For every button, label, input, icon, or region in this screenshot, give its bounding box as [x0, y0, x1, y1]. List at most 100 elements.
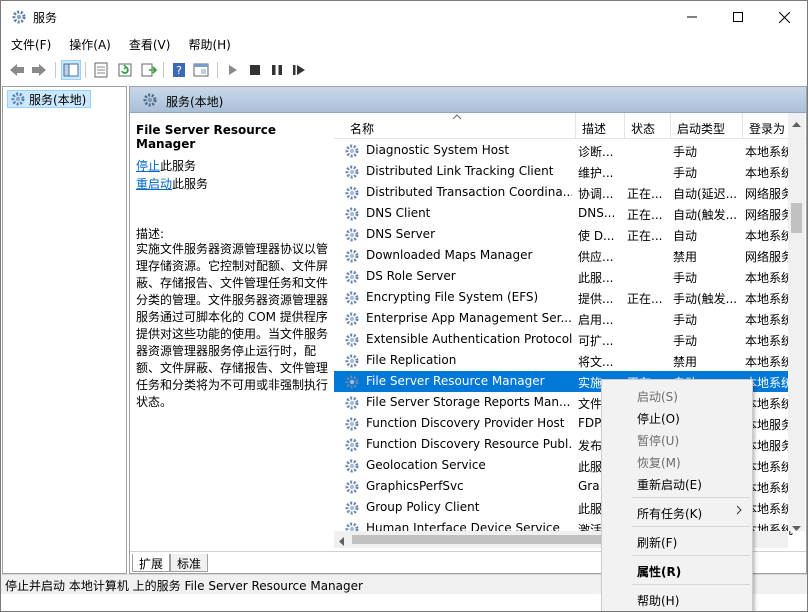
pause-service-icon[interactable] — [267, 60, 287, 80]
service-name-cell: Downloaded Maps Manager — [366, 248, 533, 262]
refresh-icon[interactable] — [115, 60, 135, 80]
menu-help[interactable]: 帮助(H) — [178, 33, 238, 55]
menu-item-start[interactable]: 启动(S) — [604, 384, 750, 406]
tab-extended[interactable]: 扩展 — [132, 554, 171, 572]
menu-file[interactable]: 文件(F) — [1, 33, 59, 55]
horizontal-scroll-thumb[interactable] — [352, 535, 602, 544]
forward-arrow-icon[interactable] — [29, 60, 49, 80]
service-startup-cell: 自动(触发... — [673, 208, 738, 222]
service-logon-cell: 网络服务 — [745, 250, 793, 264]
context-menu: 启动(S) 停止(O) 暂停(U) 恢复(M) 重新启动(E) 所有任务(K) … — [601, 379, 753, 611]
column-header-startup-type[interactable]: 启动类型 — [671, 113, 743, 139]
service-desc-cell: 可扩... — [578, 334, 614, 348]
service-gear-icon — [344, 185, 360, 201]
menu-item-stop[interactable]: 停止(O) — [604, 406, 750, 428]
help-icon[interactable]: ? — [169, 60, 189, 80]
scroll-up-arrow-icon[interactable] — [792, 117, 801, 131]
show-hide-tree-icon[interactable] — [61, 60, 81, 80]
column-header-status[interactable]: 状态 — [625, 113, 671, 139]
service-row[interactable]: Distributed Link Tracking Client 维护... 手动 本… — [334, 161, 794, 182]
service-name-cell: DNS Client — [366, 206, 431, 220]
scroll-left-arrow-icon[interactable] — [339, 535, 345, 549]
menu-separator — [632, 526, 750, 527]
service-logon-cell: 本地系统 — [745, 292, 793, 306]
menu-action[interactable]: 操作(A) — [59, 33, 119, 55]
menu-item-restart[interactable]: 重新启动(E) — [604, 472, 750, 494]
service-name-cell: Geolocation Service — [366, 458, 486, 472]
restart-service-icon[interactable] — [289, 60, 309, 80]
service-desc-cell: DNS... — [578, 206, 616, 220]
service-desc-cell: 将文... — [578, 355, 614, 369]
scroll-down-arrow-icon[interactable] — [792, 521, 801, 535]
stop-service-link[interactable]: 停止 — [136, 159, 160, 173]
column-header-description[interactable]: 描述 — [576, 113, 625, 139]
menu-item-pause[interactable]: 暂停(U) — [604, 428, 750, 450]
service-gear-icon — [344, 458, 360, 474]
service-row[interactable]: Enterprise App Management Ser... 启用... 手动 本… — [334, 308, 794, 329]
service-row[interactable]: Encrypting File System (EFS) 提供... 正在... 手动… — [334, 287, 794, 308]
vertical-scroll-thumb[interactable] — [791, 203, 802, 233]
service-gear-icon — [344, 311, 360, 327]
start-service-icon[interactable] — [223, 60, 243, 80]
properties-sheet-icon[interactable] — [91, 60, 111, 80]
maximize-button[interactable] — [715, 1, 761, 33]
list-header: 名称 描述 状态 启动类型 登录为 — [334, 113, 806, 139]
console-tree: 服务(本地) — [2, 86, 127, 574]
menu-item-all-tasks[interactable]: 所有任务(K) — [604, 501, 750, 523]
service-name-cell: File Replication — [366, 353, 457, 367]
menu-bar: 文件(F) 操作(A) 查看(V) 帮助(H) — [1, 33, 807, 55]
restart-service-link[interactable]: 重启动 — [136, 177, 172, 191]
column-header-name-label: 名称 — [350, 122, 375, 136]
toolbar-divider — [55, 62, 56, 78]
results-pane-title: 服务(本地) — [166, 95, 224, 109]
service-startup-cell: 手动 — [673, 334, 698, 348]
service-logon-cell: 本地系统 — [745, 355, 793, 369]
menu-item-refresh[interactable]: 刷新(F) — [604, 530, 750, 552]
service-startup-cell: 自动 — [673, 229, 698, 243]
menu-view[interactable]: 查看(V) — [119, 33, 179, 55]
service-gear-icon — [344, 437, 360, 453]
tree-item-label: 服务(本地) — [29, 92, 87, 107]
restart-service-suffix: 此服务 — [172, 177, 209, 191]
restart-service-line: 重启动此服务 — [136, 175, 208, 192]
close-button[interactable] — [761, 1, 807, 33]
column-header-name[interactable]: 名称 — [344, 113, 576, 139]
tab-standard[interactable]: 标准 — [170, 554, 209, 572]
service-description: 实施文件服务器资源管理器协议以管理存储资源。它控制对配额、文件屏蔽、存储报告、文… — [136, 242, 329, 409]
back-arrow-icon[interactable] — [7, 60, 27, 80]
service-row[interactable]: DNS Client DNS... 正在... 自动(触发... 网络服务 — [334, 203, 794, 224]
service-startup-cell: 手动 — [673, 166, 698, 180]
menu-item-properties[interactable]: 属性(R) — [604, 559, 750, 581]
menu-separator — [632, 497, 750, 498]
menu-item-all-tasks-label: 所有任务(K) — [637, 507, 703, 521]
toolbar-divider — [85, 62, 86, 78]
service-row[interactable]: Distributed Transaction Coordina... 协调...… — [334, 182, 794, 203]
service-row[interactable]: DS Role Server 此服... 手动 本地系统 — [334, 266, 794, 287]
toolbar-divider — [217, 62, 218, 78]
minimize-button[interactable] — [669, 1, 715, 33]
service-row[interactable]: Downloaded Maps Manager 供应... 禁用 网络服务 — [334, 245, 794, 266]
service-logon-cell: 网络服务 — [745, 208, 793, 222]
service-row[interactable]: File Replication 将文... 禁用 本地系统 — [334, 350, 794, 371]
tree-item-services-local[interactable]: 服务(本地) — [7, 90, 91, 108]
service-startup-cell: 手动 — [673, 313, 698, 327]
service-row[interactable]: Diagnostic System Host 诊断... 手动 本地系统 — [334, 140, 794, 161]
toolbar: ? — [1, 56, 807, 84]
stop-service-suffix: 此服务 — [160, 159, 197, 173]
service-row[interactable]: DNS Server 使 D... 正在... 自动 本地系统 — [334, 224, 794, 245]
service-gear-icon — [344, 290, 360, 306]
console-view-icon[interactable] — [191, 60, 211, 80]
export-list-icon[interactable] — [139, 60, 159, 80]
services-gear-icon — [142, 92, 158, 108]
service-name-cell: Function Discovery Resource Publ... — [366, 437, 572, 451]
menu-item-resume[interactable]: 恢复(M) — [604, 450, 750, 472]
description-panel: File Server Resource Manager 停止此服务 重启动此服… — [130, 113, 334, 551]
service-name-cell: Distributed Link Tracking Client — [366, 164, 554, 178]
service-logon-cell: 本地系统 — [745, 313, 793, 327]
stop-service-icon[interactable] — [245, 60, 265, 80]
services-window: 服务 文件(F) 操作(A) 查看(V) 帮助(H) ? 服务(本地) 服务(本… — [0, 0, 808, 612]
menu-item-help[interactable]: 帮助(H) — [604, 588, 750, 610]
vertical-scrollbar[interactable] — [788, 113, 805, 531]
service-row[interactable]: Extensible Authentication Protocol 可扩... 手… — [334, 329, 794, 350]
service-gear-icon — [344, 353, 360, 369]
